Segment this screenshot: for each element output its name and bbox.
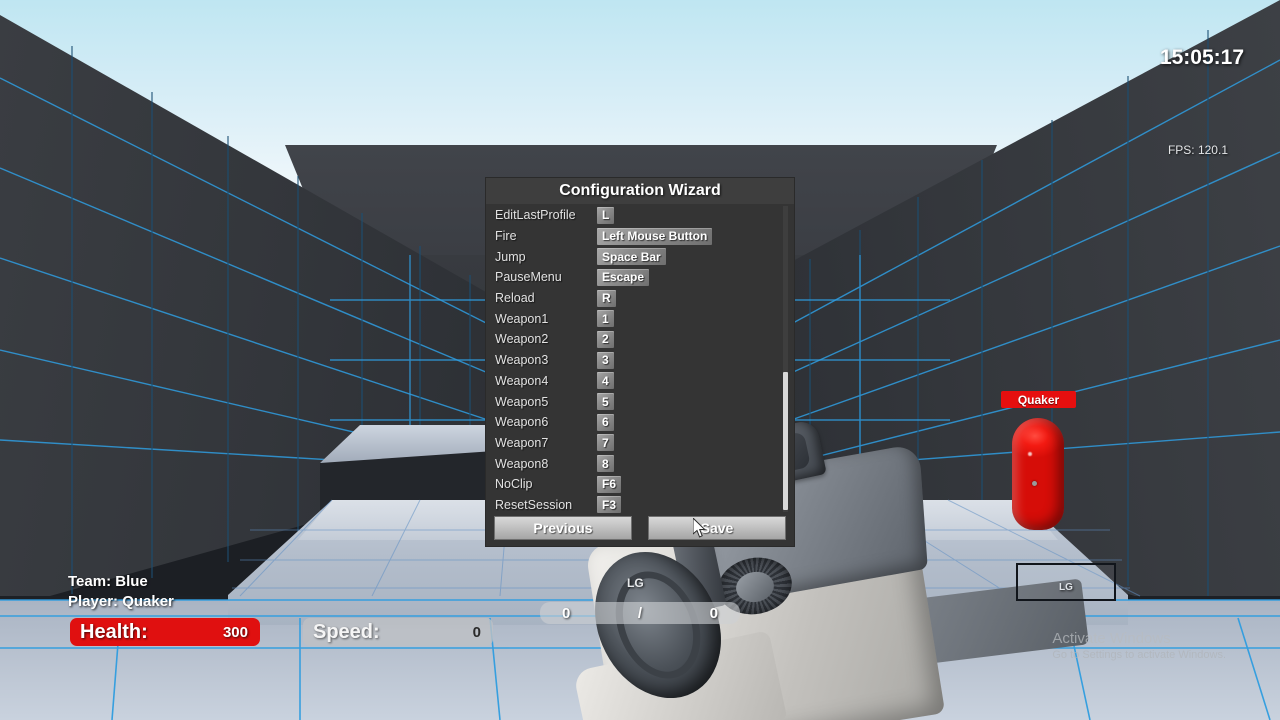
previous-button[interactable]: Previous <box>494 516 632 540</box>
binding-key-button[interactable]: 8 <box>597 455 614 473</box>
binding-key-button[interactable]: Escape <box>597 268 650 286</box>
speed-label: Speed: <box>313 620 380 643</box>
weapon-slot-label: LG <box>1059 582 1073 593</box>
key-binding-row: EditLastProfile L <box>486 205 794 226</box>
key-binding-row: Weapon2 2 <box>486 329 794 350</box>
ammo-current: 0 <box>562 604 571 622</box>
key-binding-row: Weapon3 3 <box>486 350 794 371</box>
save-button[interactable]: Save <box>648 516 786 540</box>
binding-action-label: Weapon8 <box>495 456 549 471</box>
binding-key-button[interactable]: F6 <box>597 475 622 493</box>
key-binding-row: Fire Left Mouse Button <box>486 226 794 247</box>
hud-health-bar: Health: 300 <box>70 618 260 646</box>
key-bindings-list[interactable]: EditLastProfile L Fire Left Mouse Button Jum… <box>486 204 794 514</box>
binding-key-button[interactable]: 4 <box>597 372 614 390</box>
key-binding-row: Jump Space Bar <box>486 246 794 267</box>
key-binding-row: Weapon7 7 <box>486 433 794 454</box>
binding-key-button[interactable]: 7 <box>597 434 614 452</box>
windows-activation-watermark: Activate Windows Go to Settings to activ… <box>1052 630 1226 661</box>
binding-action-label: Reload <box>495 291 535 306</box>
binding-action-label: NoClip <box>495 477 533 492</box>
configuration-wizard-dialog: Configuration Wizard EditLastProfile L Fir… <box>486 178 794 546</box>
binding-action-label: Weapon7 <box>495 435 549 450</box>
binding-action-label: Weapon5 <box>495 394 549 409</box>
activation-subtitle: Go to Settings to activate Windows. <box>1052 649 1226 661</box>
game-screen: Quaker 15:05:17 FPS: 120.1 Team: Blue Pl… <box>0 0 1280 720</box>
key-binding-row: PauseMenu Escape <box>486 267 794 288</box>
hud-team-label: Team: Blue <box>68 573 148 590</box>
binding-action-label: PauseMenu <box>495 270 562 285</box>
key-binding-row: Weapon6 6 <box>486 412 794 433</box>
binding-action-label: ResetSession <box>495 497 573 512</box>
key-binding-row: Weapon1 1 <box>486 308 794 329</box>
binding-key-button[interactable]: R <box>597 289 616 307</box>
binding-key-button[interactable]: 2 <box>597 330 614 348</box>
dialog-title: Configuration Wizard <box>486 178 794 204</box>
speed-value: 0 <box>472 623 481 641</box>
key-binding-row: NoClip F6 <box>486 474 794 495</box>
key-binding-row: ResetSession F3 <box>486 495 794 514</box>
hud-ammo-weapon-name: LG <box>627 576 644 590</box>
binding-action-label: Weapon3 <box>495 353 549 368</box>
dialog-button-row: Previous Save <box>486 516 794 540</box>
binding-key-button[interactable]: Left Mouse Button <box>597 227 713 245</box>
key-binding-row: Weapon4 4 <box>486 371 794 392</box>
key-binding-row: Weapon8 8 <box>486 453 794 474</box>
binding-key-button[interactable]: L <box>597 206 615 224</box>
key-binding-row: Reload R <box>486 288 794 309</box>
hud-clock: 15:05:17 <box>1159 46 1244 69</box>
ammo-separator: / <box>637 604 643 622</box>
binding-action-label: Weapon4 <box>495 373 549 388</box>
binding-action-label: EditLastProfile <box>495 208 576 223</box>
health-label: Health: <box>80 620 148 643</box>
binding-key-button[interactable]: 3 <box>597 351 614 369</box>
binding-action-label: Jump <box>495 249 526 264</box>
ammo-reserve: 0 <box>709 604 718 622</box>
hud-ammo-bar: 0 / 0 <box>540 602 740 624</box>
key-binding-row: Weapon5 5 <box>486 391 794 412</box>
binding-key-button[interactable]: Space Bar <box>597 248 666 266</box>
binding-action-label: Fire <box>495 229 517 244</box>
hud-weapon-slot[interactable]: LG <box>1016 563 1116 601</box>
binding-action-label: Weapon2 <box>495 332 549 347</box>
binding-action-label: Weapon1 <box>495 311 549 326</box>
health-value: 300 <box>222 623 248 641</box>
binding-key-button[interactable]: F3 <box>597 496 622 514</box>
scrollbar-thumb[interactable] <box>783 372 788 510</box>
binding-action-label: Weapon6 <box>495 415 549 430</box>
hud-speed-bar: Speed: 0 <box>303 618 493 646</box>
hud-player-label: Player: Quaker <box>68 593 174 610</box>
activation-title: Activate Windows <box>1052 630 1171 647</box>
binding-key-button[interactable]: 1 <box>597 310 614 328</box>
binding-key-button[interactable]: 5 <box>597 393 614 411</box>
hud-fps-counter: FPS: 120.1 <box>1167 143 1228 157</box>
binding-key-button[interactable]: 6 <box>597 413 614 431</box>
